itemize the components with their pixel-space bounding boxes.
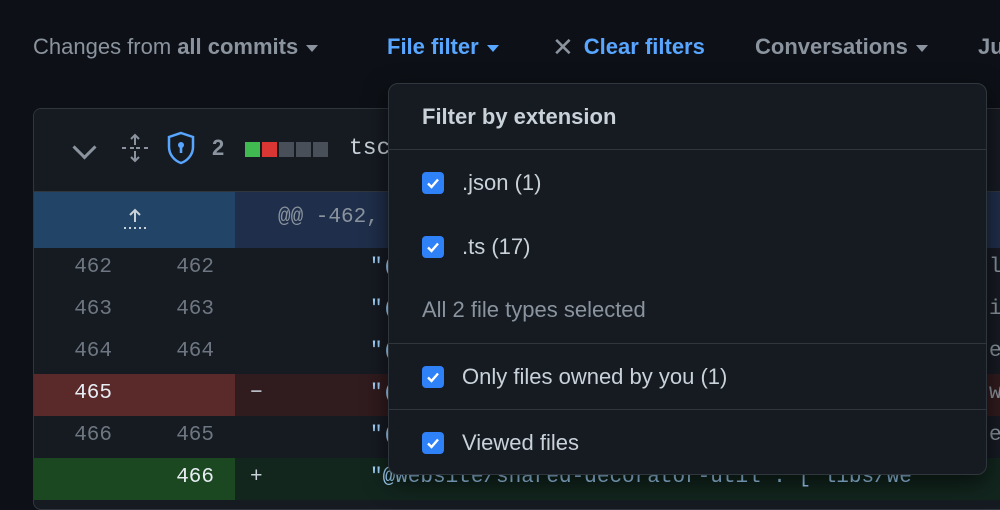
check-icon <box>427 372 439 383</box>
changes-from-label: Changes from <box>33 34 172 59</box>
check-icon <box>427 178 439 189</box>
clear-filters-label: Clear filters <box>583 34 705 59</box>
line-code-tail: we <box>989 382 1000 405</box>
checkbox[interactable] <box>422 366 444 388</box>
line-code-tail: eb <box>989 340 1000 363</box>
file-name[interactable]: tsc <box>349 135 390 161</box>
diffstat-neutral <box>313 142 328 157</box>
pr-files-toolbar: Changes from all commits File filter ✕ C… <box>0 0 1000 96</box>
deletion-marker: − <box>250 382 263 405</box>
divider <box>389 343 986 344</box>
old-line-number[interactable]: 465 <box>52 382 112 405</box>
chevron-down-icon <box>486 44 499 52</box>
new-line-number[interactable]: 463 <box>154 298 214 321</box>
clear-filters-button[interactable]: ✕ Clear filters <box>552 33 705 61</box>
old-line-number[interactable]: 466 <box>52 424 112 447</box>
filter-option-label: .json (1) <box>462 170 542 195</box>
new-line-number[interactable]: 464 <box>154 340 214 363</box>
check-icon <box>427 242 439 253</box>
chevron-down-icon[interactable] <box>72 135 97 160</box>
diffstat-added <box>245 142 260 157</box>
line-code-tail: l <box>989 256 1000 279</box>
chevron-down-icon <box>306 44 319 52</box>
chevron-down-icon <box>915 44 928 52</box>
old-line-number[interactable]: 462 <box>52 256 112 279</box>
new-line-number[interactable]: 465 <box>154 424 214 447</box>
jump-to-label: Ju <box>978 34 1000 59</box>
expand-all-icon[interactable] <box>120 133 150 163</box>
diffstat <box>245 142 328 157</box>
filter-option-viewed[interactable]: Viewed files <box>422 430 579 456</box>
close-icon: ✕ <box>552 32 574 62</box>
selection-summary: All 2 file types selected <box>422 297 646 322</box>
filter-option-ts[interactable]: .ts (17) <box>422 234 530 260</box>
checkbox[interactable] <box>422 236 444 258</box>
file-filter-label: File filter <box>387 34 479 59</box>
jump-to-dropdown[interactable]: Ju <box>978 33 1000 61</box>
filter-option-json[interactable]: .json (1) <box>422 170 541 196</box>
divider <box>389 149 986 150</box>
filter-option-label: Only files owned by you (1) <box>462 364 728 389</box>
filter-option-owned[interactable]: Only files owned by you (1) <box>422 364 727 390</box>
diffstat-neutral <box>279 142 294 157</box>
conversations-dropdown[interactable]: Conversations <box>755 33 928 61</box>
checkbox[interactable] <box>422 432 444 454</box>
old-line-number[interactable]: 463 <box>52 298 112 321</box>
hunk-header: @@ -462, <box>278 206 379 229</box>
new-line-number[interactable]: 462 <box>154 256 214 279</box>
file-filter-menu: Filter by extension .json (1) .ts (17) A… <box>388 83 987 475</box>
filter-option-label: .ts (17) <box>462 234 531 259</box>
addition-marker: + <box>250 466 263 489</box>
diffstat-deleted <box>262 142 277 157</box>
changes-from-value: all commits <box>177 34 299 59</box>
line-code-tail: i <box>989 298 1000 321</box>
file-filter-button[interactable]: File filter <box>387 33 499 61</box>
changes-from-dropdown[interactable]: Changes from all commits <box>33 33 319 61</box>
old-line-number[interactable]: 464 <box>52 340 112 363</box>
check-icon <box>427 438 439 449</box>
owner-count: 2 <box>212 135 225 160</box>
diffstat-neutral <box>296 142 311 157</box>
checkbox[interactable] <box>422 172 444 194</box>
conversations-label: Conversations <box>755 34 908 59</box>
new-line-number[interactable]: 466 <box>154 466 214 489</box>
line-code-tail: e <box>989 424 1000 447</box>
filter-option-label: Viewed files <box>462 430 579 455</box>
divider <box>389 409 986 410</box>
shield-lock-icon <box>167 131 195 165</box>
menu-title: Filter by extension <box>422 104 617 129</box>
expand-up-button[interactable] <box>34 192 235 248</box>
expand-up-icon <box>124 208 146 229</box>
